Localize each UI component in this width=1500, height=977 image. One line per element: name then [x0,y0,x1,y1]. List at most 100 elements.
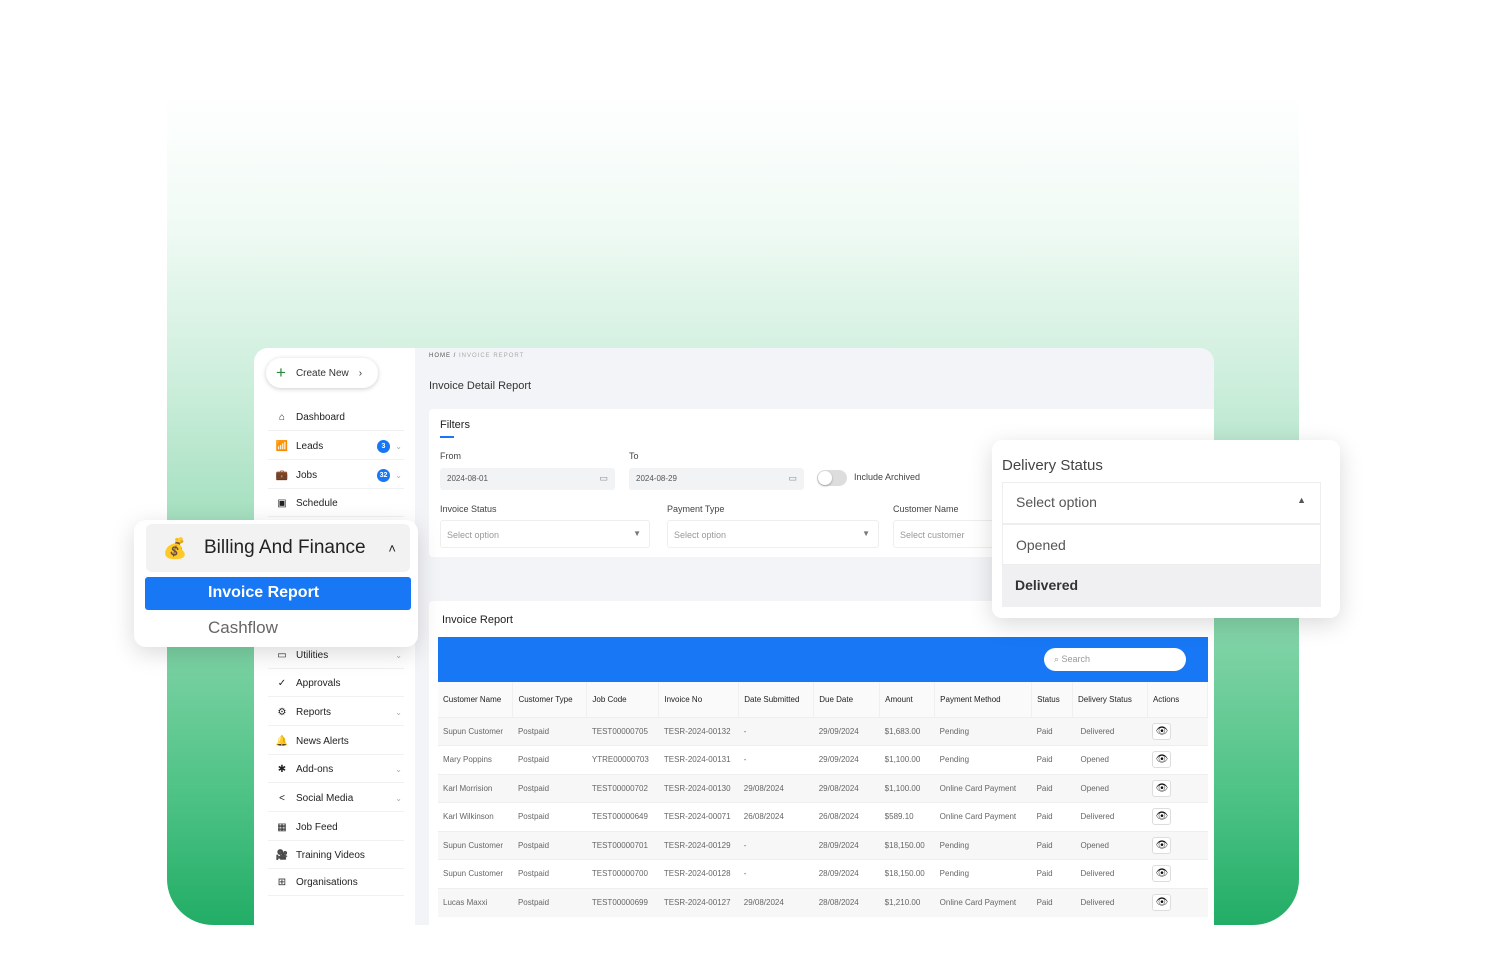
table-cell: TEST00000649 [586,802,659,831]
invoice-table: Customer Name Customer Type Job Code Invoic… [438,682,1209,917]
sidebar-item-organisations[interactable]: ⊞ Organisations [268,870,404,896]
create-new-button[interactable]: + Create New › [266,358,378,388]
menu-item-cashflow[interactable]: Cashflow [208,618,278,638]
table-row: Supun Customer Postpaid TEST00000700 TESR-2… [438,859,1208,888]
actions-cell: 👁 [1147,773,1208,803]
table-cell: Paid [1031,773,1073,803]
column-header[interactable]: Customer Name [438,682,514,717]
filters-underline [440,436,454,438]
option-delivered[interactable]: Delivered [1002,565,1321,607]
calendar-icon[interactable]: ▭ [599,473,608,484]
sidebar-item-leads[interactable]: 📶 Leads 3 ⌄ [268,434,404,460]
table-cell: Postpaid [512,773,587,803]
table-cell: TESR-2024-00127 [658,887,739,917]
table-cell: TEST00000701 [586,830,659,860]
home-icon: ⌂ [278,412,286,423]
column-header[interactable]: Amount [879,682,936,717]
briefcase-icon: 💼 [275,470,289,481]
actions-cell: 👁 [1147,716,1208,746]
chevron-down-icon[interactable]: ⌄ [395,708,402,717]
column-header[interactable]: Delivery Status [1072,682,1148,717]
payment-type-placeholder: Select option [674,530,727,540]
table-cell: Paid [1031,887,1073,917]
sidebar-item-label: Leads [296,441,324,452]
table-cell: 29/09/2024 [813,716,880,746]
breadcrumb-separator: / [453,353,457,359]
sidebar-item-job-feed[interactable]: ▦ Job Feed [268,815,404,841]
column-header[interactable]: Actions [1147,682,1209,717]
table-cell: Paid [1031,830,1073,860]
sidebar-item-label: Social Media [296,793,354,804]
delivery-status-select[interactable]: Select option ▲ [1002,482,1321,524]
column-header[interactable]: Customer Type [512,682,588,717]
utilities-icon: ▭ [277,650,287,661]
sidebar-item-social-media[interactable]: < Social Media ⌄ [268,786,404,812]
column-header[interactable]: Invoice No [658,682,740,717]
count-badge: 32 [377,469,390,482]
view-eye-icon[interactable]: 👁 [1152,836,1172,854]
column-header[interactable]: Payment Method [934,682,1033,717]
sidebar-item-training-videos[interactable]: 🎥 Training Videos [268,843,404,869]
sidebar-item-add-ons[interactable]: ✱ Add-ons ⌄ [268,757,404,783]
option-opened[interactable]: Opened [1002,524,1321,565]
sidebar-item-label: Schedule [296,498,338,509]
breadcrumb-home[interactable]: HOME [429,353,451,359]
view-eye-icon[interactable]: 👁 [1152,865,1172,883]
invoice-status-select[interactable]: Select option ▼ [440,520,650,548]
table-cell: $1,100.00 [879,745,935,774]
view-eye-icon[interactable]: 👁 [1152,779,1172,797]
table-cell: $1,100.00 [879,773,935,803]
billing-finance-title: Billing And Finance [204,537,366,558]
from-date-input[interactable]: 2024-08-01 ▭ [440,468,615,490]
column-header[interactable]: Status [1031,682,1074,717]
to-date-input[interactable]: 2024-08-29 ▭ [629,468,804,490]
page-title: Invoice Detail Report [429,380,532,392]
chevron-right-icon: › [358,367,363,379]
sidebar-item-label: Approvals [296,678,341,689]
sidebar-item-jobs[interactable]: 💼 Jobs 32 ⌄ [268,463,404,489]
chevron-down-icon[interactable]: ⌄ [395,794,402,803]
sidebar-item-reports[interactable]: ⚙ Reports ⌄ [268,700,404,726]
sidebar-item-schedule[interactable]: ▣ Schedule [268,491,404,517]
chart-icon: 📶 [275,441,289,452]
chevron-down-icon[interactable]: ⌄ [395,471,402,480]
table-cell: Postpaid [512,716,587,746]
table-cell: Pending [934,716,1032,746]
create-new-label: Create New [295,367,349,379]
column-header[interactable]: Date Submitted [738,682,815,717]
table-cell: - [738,745,814,774]
menu-item-invoice-report[interactable]: Invoice Report [145,577,411,610]
table-cell: $1,210.00 [879,887,935,917]
billing-finance-header[interactable]: 💰 Billing And Finance ˄ [146,524,410,572]
column-header[interactable]: Job Code [586,682,660,717]
view-eye-icon[interactable]: 👁 [1152,894,1172,911]
payment-type-select[interactable]: Select option ▼ [667,520,879,548]
chevron-down-icon[interactable]: ⌄ [395,442,402,451]
breadcrumb-current: INVOICE REPORT [459,353,525,359]
view-eye-icon[interactable]: 👁 [1152,722,1172,740]
calendar-icon[interactable]: ▭ [788,473,797,484]
sidebar-item-news-alerts[interactable]: 🔔 News Alerts [268,729,404,755]
column-header[interactable]: Due Date [813,682,881,717]
table-cell: TEST00000702 [586,773,659,803]
sidebar-item-dashboard[interactable]: ⌂ Dashboard [268,405,404,431]
table-cell: Postpaid [512,745,587,774]
sidebar-item-approvals[interactable]: ✓ Approvals [268,671,404,697]
view-eye-icon[interactable]: 👁 [1152,751,1172,769]
chevron-down-icon[interactable]: ⌄ [395,765,402,774]
chevron-down-icon[interactable]: ⌄ [395,651,402,660]
main-content: HOME / INVOICE REPORT Invoice Detail Rep… [415,348,1214,925]
table-cell: 26/08/2024 [738,802,814,831]
table-row: Lucas Maxxi Postpaid TEST00000699 TESR-2024… [438,887,1208,917]
invoice-status-label: Invoice Status [440,504,497,514]
table-cell: Karl Morrision [438,773,513,803]
include-archived-toggle[interactable] [817,470,847,486]
table-cell: Opened [1072,745,1148,774]
chevron-up-icon: ˄ [388,540,396,556]
view-eye-icon[interactable]: 👁 [1152,808,1172,826]
table-cell: - [738,830,814,860]
delivery-status-title: Delivery Status [1002,457,1103,474]
table-cell: TESR-2024-00131 [658,745,739,774]
search-input[interactable]: ⌕ Search [1044,648,1186,671]
from-label: From [440,451,461,461]
